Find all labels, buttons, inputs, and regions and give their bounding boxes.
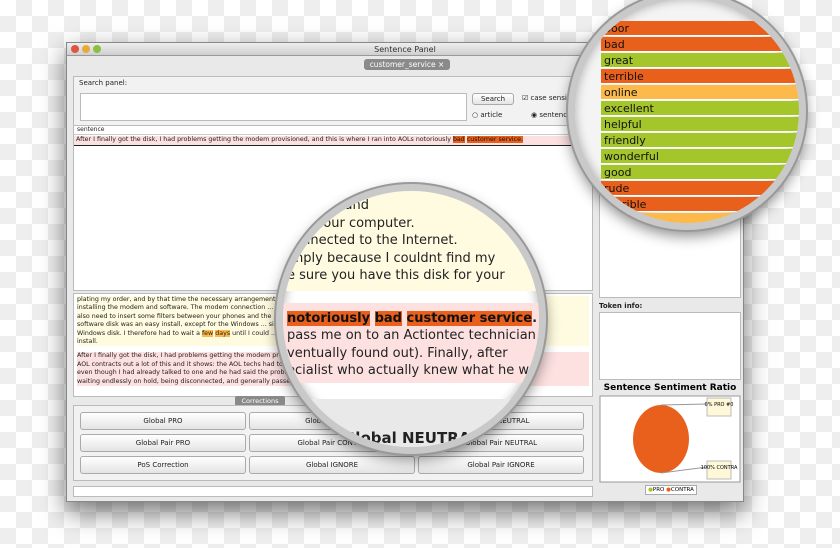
column-header-sentence[interactable]: sentence bbox=[74, 126, 592, 135]
token-days[interactable]: days bbox=[215, 329, 231, 337]
pie-slice-contra bbox=[633, 405, 689, 473]
correction-button-global-pro[interactable]: Global PRO bbox=[80, 412, 246, 430]
status-bar bbox=[73, 486, 593, 497]
token-item-excellent: excellent bbox=[601, 101, 799, 116]
window-title: Sentence Panel bbox=[374, 45, 436, 54]
radio-article[interactable]: ○ article bbox=[472, 111, 502, 119]
search-button[interactable]: Search bbox=[472, 93, 514, 105]
zoom-window-button[interactable] bbox=[93, 45, 101, 53]
token-item-bad: bad bbox=[601, 37, 799, 52]
token-item-poor: poor bbox=[601, 21, 799, 36]
magnified-text: ... be up and and your computer. connect… bbox=[287, 197, 537, 380]
pie-data-label: 0% PRO #0 bbox=[705, 402, 734, 408]
legend-pro: PRO bbox=[652, 487, 665, 493]
table-row[interactable]: After I finally got the disk, I had prob… bbox=[74, 136, 592, 146]
mag-global-neutral: Global NEUTRAL bbox=[343, 429, 480, 447]
token-item-terrible: terrible bbox=[601, 69, 799, 84]
radio-sentence-label: sentence bbox=[539, 111, 572, 119]
radio-sentence[interactable]: ◉ sentence bbox=[531, 111, 571, 119]
search-input[interactable] bbox=[80, 93, 467, 121]
token-info-box bbox=[599, 312, 741, 380]
magnifier-token-list: poor bad great terrible online excellent helpf… bbox=[568, 0, 806, 230]
token-customer-service[interactable]: customer service. bbox=[466, 136, 524, 143]
token-item-wonderful: wonderful bbox=[601, 149, 799, 164]
tab-customer-service[interactable]: customer_service × bbox=[364, 59, 450, 70]
mag-line: ecialist who actually knew what he w bbox=[287, 363, 529, 378]
mag-token-bad: bad bbox=[374, 310, 402, 326]
sentiment-pie-chart: 0% PRO #0 100% CONTRA bbox=[599, 395, 741, 483]
minimize-window-button[interactable] bbox=[82, 45, 90, 53]
tab-label: customer_service bbox=[369, 60, 436, 69]
magnifier-document: ... be up and and your computer. connect… bbox=[276, 184, 546, 454]
mag-line: e sure you have this disk for your bbox=[287, 268, 505, 283]
close-window-button[interactable] bbox=[71, 45, 79, 53]
mag-line: pass me on to an Actiontec technician bbox=[287, 328, 536, 343]
token-item-friendly: friendly bbox=[601, 133, 799, 148]
token-item-rude: rude bbox=[601, 181, 799, 196]
mag-line: and your computer. bbox=[287, 215, 415, 231]
row-text: After I finally got the disk, I had prob… bbox=[76, 136, 453, 143]
token-item-helpful: helpful bbox=[601, 117, 799, 132]
mag-line: ... be up and bbox=[287, 198, 369, 213]
token-few[interactable]: few bbox=[201, 329, 214, 337]
mag-token-notoriously: notoriously bbox=[287, 310, 371, 326]
token-item-online: online bbox=[601, 85, 799, 100]
correction-button-global-pair-pro[interactable]: Global Pair PRO bbox=[80, 434, 246, 452]
search-panel: Search panel: Search ☑ case sensitive ○ … bbox=[73, 76, 593, 126]
token-item-horrible: horrible bbox=[601, 197, 799, 212]
search-panel-label: Search panel: bbox=[79, 79, 128, 87]
chart-title: Sentence Sentiment Ratio bbox=[603, 383, 737, 393]
token-item-good: good bbox=[601, 165, 799, 180]
doc-text: Windows disk. I therefore had to wait a bbox=[77, 329, 202, 337]
radio-article-label: article bbox=[480, 111, 503, 119]
token-item-great: great bbox=[601, 53, 799, 68]
mag-line: ventually found out). Finally, after bbox=[287, 345, 508, 361]
mag-token-customer-service: customer service bbox=[406, 310, 533, 326]
mag-line: connected to the Internet. bbox=[287, 233, 458, 248]
correction-button-pos-correction[interactable]: PoS Correction bbox=[80, 456, 246, 474]
token-info-label: Token info: bbox=[599, 302, 643, 310]
correction-button-global-ignore[interactable]: Global IGNORE bbox=[249, 456, 415, 474]
pie-data-label: 100% CONTRA bbox=[701, 465, 738, 471]
tab-close-icon[interactable]: × bbox=[438, 60, 444, 69]
token-bad[interactable]: bad bbox=[452, 136, 465, 143]
mag-line: notoriously bad customer service. bbox=[287, 310, 538, 326]
correction-button-global-pair-ignore[interactable]: Global Pair IGNORE bbox=[418, 456, 584, 474]
legend-contra: CONTRA bbox=[670, 487, 694, 493]
mag-line: imply because I couldnt find my bbox=[287, 250, 496, 266]
chart-legend: ●PRO ●CONTRA bbox=[645, 485, 697, 495]
